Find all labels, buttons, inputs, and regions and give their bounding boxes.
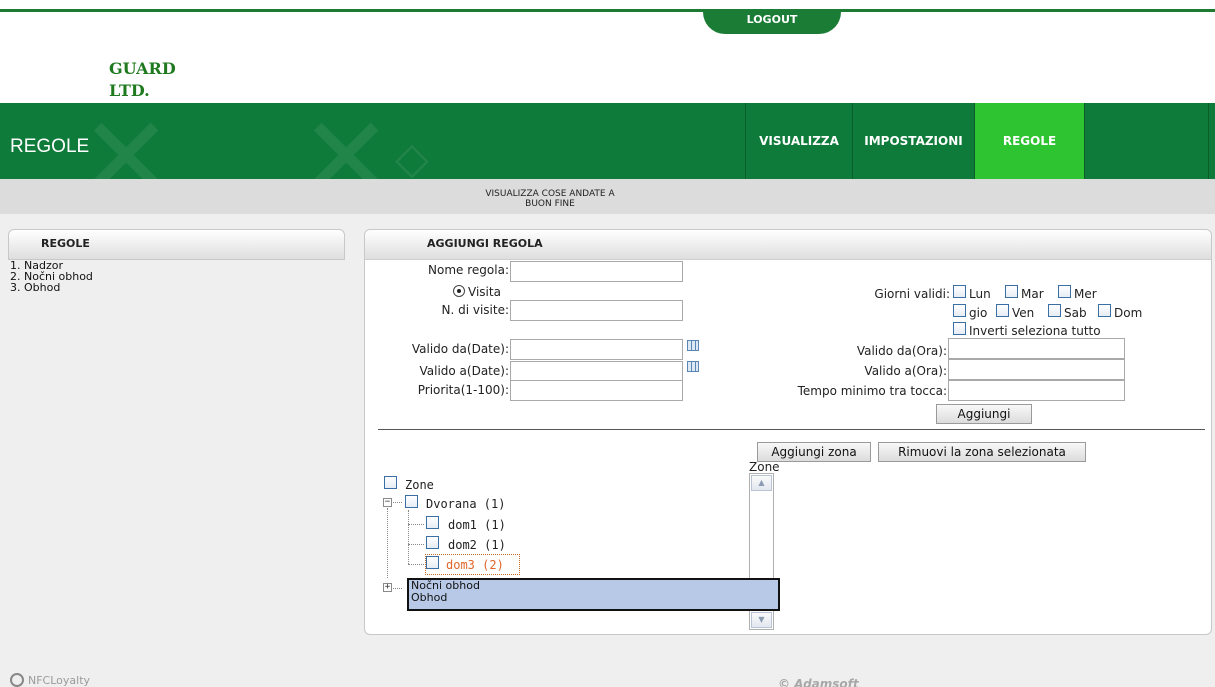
nav-visualizza[interactable]: VISUALIZZA [745, 103, 852, 179]
tree-child-label: dom1 (1) [448, 518, 506, 532]
remove-zone-button[interactable]: Rimuovi la zona selezionata [878, 442, 1086, 462]
top-border [0, 9, 1215, 12]
valido-a-ora-label: Valido a(Ora): [864, 364, 947, 378]
aggiungi-button[interactable]: Aggiungi [936, 404, 1032, 424]
form-separator [378, 429, 1205, 430]
priorita-input[interactable] [510, 380, 683, 401]
day-label: gio [969, 306, 988, 320]
tree-connector [393, 502, 402, 503]
day-checkbox-gio[interactable] [953, 304, 966, 317]
valido-a-date-input[interactable] [510, 361, 683, 382]
logo-line-1: GUARD [109, 59, 176, 78]
zone-list-title: Zone [749, 460, 780, 474]
invert-selection-checkbox[interactable] [953, 322, 966, 335]
logo-line-2: LTD. [109, 81, 150, 100]
add-rule-title: AGGIUNGI REGOLA [427, 237, 543, 250]
logout-button[interactable]: LOGOUT [703, 9, 841, 34]
status-strip: VISUALIZZA COSE ANDATE A BUON FINE [0, 179, 1215, 214]
scroll-up-button[interactable]: ▲ [751, 475, 772, 491]
valido-da-date-input[interactable] [510, 339, 683, 360]
tree-connector [408, 544, 424, 545]
banner-decoration: ◇ [395, 133, 429, 179]
dropdown-option[interactable]: Nočni obhod [409, 580, 778, 592]
tree-group-label: Dvorana (1) [426, 497, 506, 511]
add-zone-button[interactable]: Aggiungi zona [757, 442, 871, 462]
day-checkbox-mer[interactable] [1058, 285, 1071, 298]
tree-root-checkbox[interactable] [384, 476, 397, 489]
nav-impostazioni[interactable]: IMPOSTAZIONI [852, 103, 974, 179]
tempo-minimo-input[interactable] [948, 380, 1125, 401]
visita-label: Visita [468, 285, 501, 299]
banner-decoration: ✕ [80, 103, 173, 179]
rule-dropdown[interactable]: Nočni obhod Obhod [407, 578, 780, 611]
tree-group-checkbox[interactable] [405, 495, 418, 508]
tree-root-label: Zone [405, 478, 434, 492]
day-label: Sab [1064, 306, 1087, 320]
day-label: Lun [969, 287, 991, 301]
status-line-1: VISUALIZZA COSE ANDATE A [485, 189, 615, 199]
company-logo: GUARD LTD. [109, 58, 176, 102]
nfc-icon [10, 673, 24, 687]
invert-selection-label: Inverti seleziona tutto [969, 324, 1101, 338]
adamsoft-logo: © Adamsoft [778, 677, 859, 687]
main-nav: VISUALIZZA IMPOSTAZIONI REGOLE [745, 103, 1209, 179]
visita-radio[interactable] [453, 285, 465, 297]
n-visite-input[interactable] [510, 300, 683, 321]
nome-regola-label: Nome regola: [428, 263, 509, 277]
nfcloyalty-logo: NFCLoyalty [10, 673, 90, 687]
valido-da-ora-label: Valido da(Ora): [856, 344, 947, 358]
nav-regole[interactable]: REGOLE [974, 103, 1084, 179]
rules-panel-title: REGOLE [41, 237, 90, 250]
tree-connector [393, 588, 402, 589]
tree-child-label: dom3 (2) [446, 558, 504, 572]
status-link[interactable]: VISUALIZZA COSE ANDATE A BUON FINE [455, 189, 645, 209]
status-line-2: BUON FINE [525, 199, 575, 209]
valido-da-date-label: Valido da(Date): [411, 342, 509, 356]
tree-connector [408, 524, 424, 525]
tree-connector [408, 564, 424, 565]
rules-list: 1. Nadzor 2. Nočni obhod 3. Obhod [8, 260, 345, 660]
valido-da-ora-input[interactable] [948, 338, 1125, 359]
tree-child-checkbox[interactable] [426, 536, 439, 549]
expand-icon[interactable]: + [383, 583, 392, 592]
priorita-label: Priorita(1-100): [417, 383, 509, 397]
tree-connector [408, 510, 409, 564]
day-checkbox-ven[interactable] [996, 304, 1009, 317]
day-label: Mar [1021, 287, 1044, 301]
page-title: REGOLE [10, 136, 90, 157]
dropdown-option[interactable]: Obhod [409, 592, 778, 604]
tree-child-checkbox[interactable] [426, 556, 439, 569]
valido-a-date-label: Valido a(Date): [419, 364, 509, 378]
n-visite-label: N. di visite: [441, 303, 509, 317]
tree-child-label: dom2 (1) [448, 538, 506, 552]
rules-panel-header: REGOLE [8, 229, 345, 260]
day-label: Dom [1114, 306, 1143, 320]
scroll-down-button[interactable]: ▼ [751, 612, 772, 628]
add-rule-header: AGGIUNGI REGOLA [365, 230, 1211, 260]
calendar-icon[interactable] [687, 340, 699, 351]
nfcloyalty-label: NFCLoyalty [28, 674, 91, 687]
header-banner: ✕ ✕ ◇ REGOLE VISUALIZZA IMPOSTAZIONI REG… [0, 103, 1215, 179]
giorni-validi-label: Giorni validi: [874, 287, 950, 301]
tree-connector [387, 508, 388, 578]
day-checkbox-sab[interactable] [1048, 304, 1061, 317]
collapse-icon[interactable]: − [383, 498, 392, 507]
day-label: Mer [1074, 287, 1097, 301]
rule-item[interactable]: 3. Obhod [8, 282, 345, 293]
day-checkbox-lun[interactable] [953, 285, 966, 298]
nav-spacer [1084, 103, 1209, 179]
day-checkbox-dom[interactable] [1098, 304, 1111, 317]
day-checkbox-mar[interactable] [1005, 285, 1018, 298]
calendar-icon[interactable] [687, 361, 699, 372]
tempo-minimo-label: Tempo minimo tra tocca: [797, 384, 947, 398]
banner-decoration: ✕ [300, 103, 393, 179]
tree-child-checkbox[interactable] [426, 516, 439, 529]
valido-a-ora-input[interactable] [948, 359, 1125, 380]
day-label: Ven [1012, 306, 1035, 320]
nome-regola-input[interactable] [510, 261, 683, 282]
